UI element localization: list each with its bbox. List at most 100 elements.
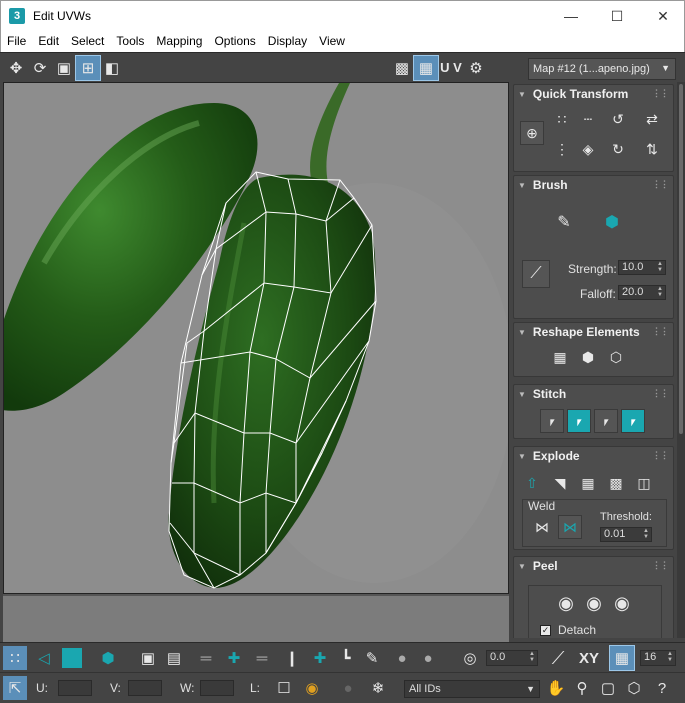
menu-mapping[interactable]: Mapping	[150, 34, 208, 48]
maximize-button[interactable]: ☐	[594, 1, 640, 31]
flatten-custom-icon[interactable]: ◫	[632, 471, 656, 495]
brush-header[interactable]: ▼ Brush ⋮⋮	[514, 176, 673, 194]
menu-select[interactable]: Select	[65, 34, 110, 48]
flip-vertical-icon[interactable]: ⇅	[640, 137, 664, 161]
align-horizontal-icon[interactable]: ∷	[550, 107, 574, 131]
spinner-arrows-icon[interactable]: ▲ ▼	[657, 261, 663, 273]
v-field[interactable]	[128, 680, 162, 696]
freeze-icon[interactable]: ❄	[366, 676, 390, 700]
set-pivot-icon[interactable]: ⊕	[520, 121, 544, 145]
absolute-offset-icon[interactable]: ⇱	[3, 676, 27, 700]
menu-options[interactable]: Options	[208, 34, 261, 48]
stitch-header[interactable]: ▼ Stitch ⋮⋮	[514, 385, 673, 403]
detach-checkbox[interactable]: ✓	[540, 625, 551, 636]
paint-select-icon[interactable]: ❙	[280, 646, 304, 670]
align-center-icon[interactable]: ◈	[576, 137, 600, 161]
straighten-selection-icon[interactable]: ▦	[548, 345, 572, 369]
stitch-custom-icon[interactable]: ⎖	[540, 409, 564, 433]
minimize-button[interactable]: —	[548, 1, 594, 31]
paint-brush-icon[interactable]: ✎	[360, 646, 384, 670]
peel-mode-icon[interactable]: ◉	[582, 591, 606, 615]
move-icon[interactable]: ✥	[4, 56, 28, 80]
flatten-by-material-icon[interactable]: ▩	[604, 471, 628, 495]
rotate-icon[interactable]: ⟳	[28, 56, 52, 80]
zoom-extents-icon[interactable]: ⬡	[622, 676, 646, 700]
spinner-arrows-icon[interactable]: ▲ ▼	[529, 651, 535, 663]
stitch-to-source-icon[interactable]: ⎖	[621, 409, 645, 433]
xy-axis-label[interactable]: XY	[574, 646, 604, 670]
paint-size-up-icon[interactable]: ●	[416, 646, 440, 670]
menu-file[interactable]: File	[1, 34, 32, 48]
strength-spinner[interactable]: 10.0 ▲ ▼	[618, 260, 666, 275]
select-by-element-icon[interactable]: ✚	[308, 646, 332, 670]
menu-display[interactable]: Display	[262, 34, 313, 48]
pan-hand-icon[interactable]: ✋	[544, 676, 568, 700]
relax-brush-icon[interactable]: ⬢	[600, 210, 624, 234]
rotate-cw-icon[interactable]: ↻	[606, 137, 630, 161]
point-to-point-icon[interactable]: ═	[250, 646, 274, 670]
lock-icon[interactable]: ☐	[272, 676, 296, 700]
space-horizontal-icon[interactable]: ┄	[576, 107, 600, 131]
map-settings-icon[interactable]: ⚙	[464, 56, 488, 80]
quick-peel-icon[interactable]: ◉	[554, 591, 578, 615]
menu-view[interactable]: View	[313, 34, 351, 48]
angle-spinner[interactable]: 0.0 ▲ ▼	[486, 650, 538, 666]
uv-axis-label[interactable]: U V	[438, 56, 464, 80]
visibility-icon[interactable]: ◉	[300, 676, 324, 700]
falloff-curve-icon[interactable]: ⟋	[546, 646, 570, 670]
menu-edit[interactable]: Edit	[32, 34, 65, 48]
quick-transform-header[interactable]: ▼ Quick Transform ⋮⋮	[514, 85, 673, 103]
edge-mode-icon[interactable]: ◁	[32, 646, 56, 670]
scale-icon[interactable]: ▣	[52, 56, 76, 80]
spinner-arrows-icon[interactable]: ▲ ▼	[643, 528, 649, 540]
weld-selected-icon[interactable]: ⋈	[530, 515, 554, 539]
freeform-icon[interactable]: ⊞	[75, 54, 101, 81]
zoom-icon[interactable]: ⚲	[570, 676, 594, 700]
menu-tools[interactable]: Tools	[110, 34, 150, 48]
reshape-elements-header[interactable]: ▼ Reshape Elements ⋮⋮	[514, 323, 673, 341]
checker-icon[interactable]: ▩	[390, 56, 414, 80]
flatten-by-smoothing-icon[interactable]: ▦	[576, 471, 600, 495]
reset-peel-icon[interactable]: ◉	[610, 591, 634, 615]
relax-settings-icon[interactable]: ⬡	[604, 345, 628, 369]
close-button[interactable]: ✕	[640, 1, 685, 31]
w-field[interactable]	[200, 680, 234, 696]
panel-scroll-thumb[interactable]	[679, 84, 683, 434]
element-mode-icon[interactable]: ⬢	[96, 646, 120, 670]
show-map-icon[interactable]: ▦	[413, 54, 439, 81]
select-overlap-icon[interactable]: ┗	[334, 646, 358, 670]
uv-viewport[interactable]	[3, 82, 509, 594]
hide-icon[interactable]: ●	[336, 676, 360, 700]
paint-move-brush-icon[interactable]: ✎	[552, 210, 576, 234]
map-select[interactable]: Map #12 (1...apeno.jpg) ▼	[528, 58, 676, 80]
explode-header[interactable]: ▼ Explode ⋮⋮	[514, 447, 673, 465]
rotate-ccw-icon[interactable]: ↺	[606, 107, 630, 131]
polygon-mode-icon[interactable]	[60, 646, 84, 670]
vertex-mode-icon[interactable]: ∷	[3, 646, 27, 670]
loop-icon[interactable]: ═	[194, 646, 218, 670]
shrink-selection-icon[interactable]: ▤	[162, 646, 186, 670]
weld-target-icon[interactable]: ⋈	[558, 515, 582, 539]
spinner-arrows-icon[interactable]: ▲ ▼	[667, 651, 673, 663]
mirror-icon[interactable]: ◧	[100, 56, 124, 80]
zoom-region-icon[interactable]: ▢	[596, 676, 620, 700]
brush-falloff-curve-icon[interactable]: ⟋	[522, 260, 550, 288]
count-spinner[interactable]: 16 ▲ ▼	[640, 650, 676, 666]
help-icon[interactable]: ?	[650, 676, 674, 700]
threshold-spinner[interactable]: 0.01 ▲ ▼	[600, 527, 652, 542]
stitch-to-target-icon[interactable]: ⎖	[567, 409, 591, 433]
u-field[interactable]	[58, 680, 92, 696]
flip-horizontal-icon[interactable]: ⇄	[640, 107, 664, 131]
relax-icon[interactable]: ⬢	[576, 345, 600, 369]
paint-size-down-icon[interactable]: ●	[390, 646, 414, 670]
soft-selection-icon[interactable]: ◎	[458, 646, 482, 670]
flatten-by-polygon-angle-icon[interactable]: ◥	[548, 471, 572, 495]
spinner-arrows-icon[interactable]: ▲ ▼	[657, 286, 663, 298]
ring-icon[interactable]: ✚	[222, 646, 246, 670]
grid-snap-icon[interactable]: ▦	[609, 645, 635, 671]
break-icon[interactable]: ⇧	[520, 471, 544, 495]
falloff-spinner[interactable]: 20.0 ▲ ▼	[618, 285, 666, 300]
stitch-average-icon[interactable]: ⎖	[594, 409, 618, 433]
peel-header[interactable]: ▼ Peel ⋮⋮	[514, 557, 673, 575]
align-vertical-icon[interactable]: ⋮	[550, 137, 574, 161]
